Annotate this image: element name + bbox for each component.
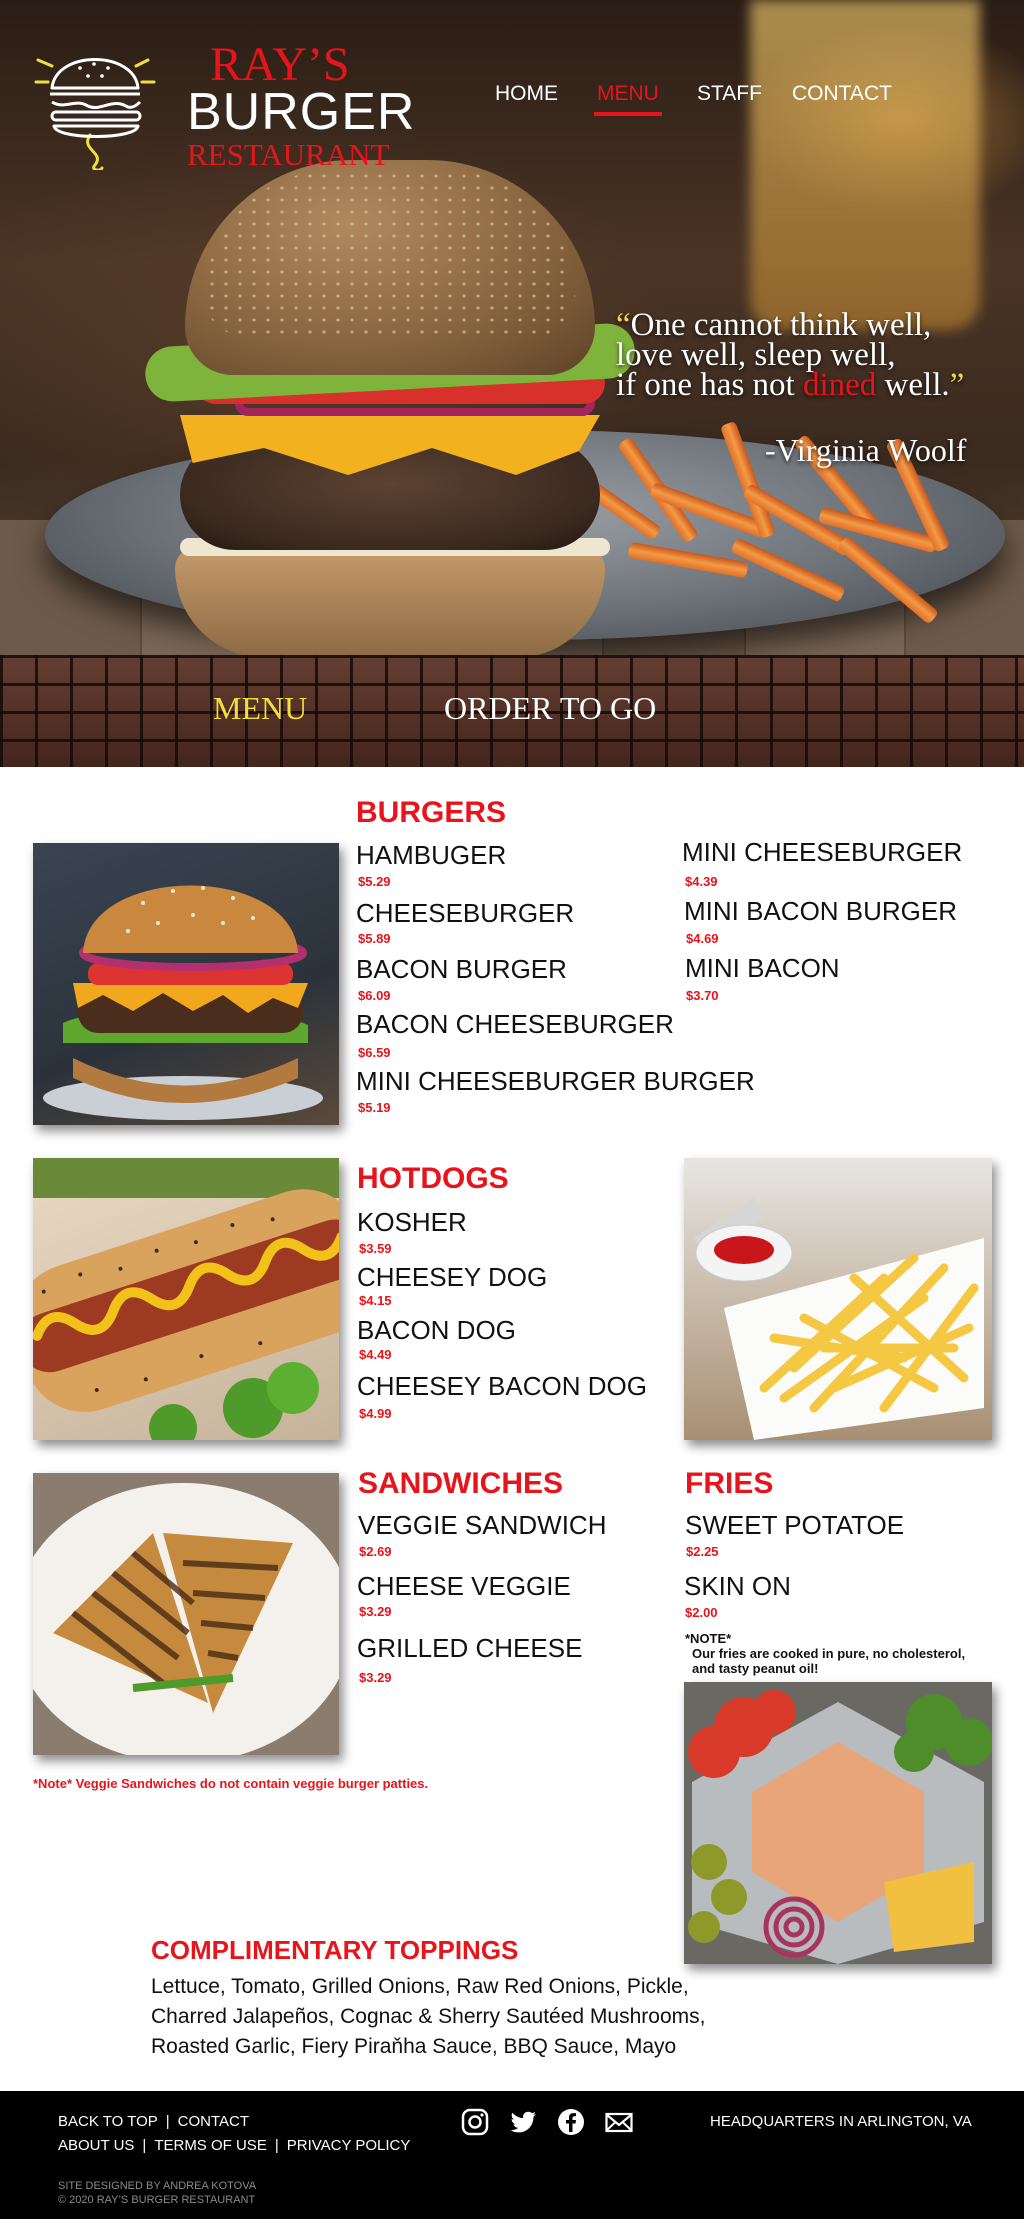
logo-text-burger: BURGER (187, 83, 416, 141)
section-title-sandwiches: SANDWICHES (358, 1467, 564, 1500)
menu-item-price: $5.89 (358, 931, 391, 946)
menu-item-name: HAMBUGER (356, 840, 507, 870)
fries-note-line-2: and tasty peanut oil! (692, 1661, 819, 1676)
facebook-icon[interactable] (556, 2107, 586, 2137)
menu-item-price: $4.69 (686, 931, 719, 946)
footer-contact-link[interactable]: CONTACT (178, 2113, 249, 2130)
nav-staff[interactable]: STAFF (697, 82, 762, 106)
headquarters-text: HEADQUARTERS IN ARLINGTON, VA (710, 2113, 972, 2130)
quote-author: -Virginia Woolf (765, 432, 967, 468)
mail-icon[interactable] (604, 2107, 634, 2137)
footer-copyright: © 2020 RAY’S BURGER RESTAURANT (58, 2194, 256, 2206)
toppings-line-2: Charred Jalapeños, Cognac & Sherry Sauté… (151, 2005, 706, 2028)
footer-separator: | (274, 2137, 279, 2154)
toppings-photo (684, 1682, 992, 1964)
menu-item-price: $5.29 (358, 874, 391, 889)
menu-item-name: SWEET POTATOE (685, 1510, 905, 1540)
footer-back-to-top-link[interactable]: BACK TO TOP (58, 2113, 158, 2130)
hotdogs-photo (33, 1158, 339, 1440)
nav-home[interactable]: HOME (495, 82, 558, 106)
nav-menu[interactable]: MENU (594, 82, 662, 116)
footer-separator: | (165, 2113, 170, 2130)
menu-item-name: MINI CHEESEBURGER BURGER (356, 1066, 755, 1096)
fries-photo (684, 1158, 992, 1440)
footer-separator: | (142, 2137, 147, 2154)
menu-item-name: CHEESE VEGGIE (357, 1571, 571, 1601)
burger-logo-icon (34, 58, 156, 170)
menu-item-price: $2.25 (686, 1544, 719, 1559)
menu-item-price: $6.59 (358, 1045, 391, 1060)
menu-item-name: CHEESEBURGER (356, 898, 575, 928)
toppings-line-3: Roasted Garlic, Fiery Piraňha Sauce, BBQ… (151, 2035, 677, 2058)
quote-line-3a: if one has not (616, 367, 803, 403)
footer-links-row-1: BACK TO TOP | CONTACT (58, 2113, 249, 2130)
menu-item-price: $4.39 (685, 874, 718, 889)
sandwiches-photo (33, 1473, 339, 1755)
menu-item-price: $3.70 (686, 988, 719, 1003)
fries-note: *NOTE* Our fries are cooked in pure, no … (685, 1631, 1015, 1676)
toppings-list: Lettuce, Tomato, Grilled Onions, Raw Red… (151, 1972, 771, 2062)
toppings-line-1: Lettuce, Tomato, Grilled Onions, Raw Red… (151, 1975, 689, 1998)
burgers-photo (33, 843, 339, 1125)
section-title-fries: FRIES (685, 1467, 774, 1500)
twitter-icon[interactable] (508, 2107, 538, 2137)
social-icons (460, 2107, 640, 2143)
fries-note-line-1: Our fries are cooked in pure, no cholest… (692, 1646, 966, 1661)
menu-item-name: GRILLED CHEESE (357, 1633, 583, 1663)
menu-item-price: $3.29 (359, 1604, 392, 1619)
subnav-menu-link[interactable]: MENU (213, 690, 307, 727)
menu-item-name: MINI BACON (685, 953, 840, 983)
quote-close-mark: ” (949, 367, 965, 403)
quote-line-3b: well. (876, 367, 950, 403)
menu-item-price: $2.00 (685, 1605, 718, 1620)
menu-item-price: $3.29 (359, 1670, 392, 1685)
menu-item-name: KOSHER (357, 1207, 467, 1237)
menu-item-name: BACON DOG (357, 1315, 516, 1345)
site-logo[interactable]: RAY’S BURGER RESTAURANT (30, 40, 414, 180)
nav-contact[interactable]: CONTACT (792, 82, 892, 106)
section-title-toppings: COMPLIMENTARY TOPPINGS (151, 1935, 519, 1965)
menu-item-price: $2.69 (359, 1544, 392, 1559)
footer-about-link[interactable]: ABOUT US (58, 2137, 134, 2154)
logo-text-restaurant: RESTAURANT (187, 137, 390, 172)
hero-quote: “One cannot think well, love well, sleep… (616, 309, 1016, 403)
menu-item-price: $5.19 (358, 1100, 391, 1115)
menu-item-name: MINI BACON BURGER (684, 896, 958, 926)
menu-item-name: SKIN ON (684, 1571, 791, 1601)
quote-line-2: love well, sleep well, (616, 337, 896, 373)
instagram-icon[interactable] (460, 2107, 490, 2137)
footer-credit: SITE DESIGNED BY ANDREA KOTOVA © 2020 RA… (58, 2179, 256, 2207)
menu-item-price: $3.59 (359, 1241, 392, 1256)
menu-item-price: $4.99 (359, 1406, 392, 1421)
menu-item-price: $4.49 (359, 1347, 392, 1362)
footer-privacy-link[interactable]: PRIVACY POLICY (287, 2137, 411, 2154)
site-footer: BACK TO TOP | CONTACT ABOUT US | TERMS OF US… (0, 2091, 1024, 2219)
menu-item-name: BACON BURGER (356, 954, 567, 984)
menu-item-price: $6.09 (358, 988, 391, 1003)
fries-note-label: *NOTE* (685, 1631, 732, 1646)
menu-item-name: VEGGIE SANDWICH (358, 1510, 607, 1540)
menu-item-price: $4.15 (359, 1293, 392, 1308)
menu-item-name: MINI CHEESEBURGER (682, 837, 963, 867)
section-title-hotdogs: HOTDOGS (357, 1162, 509, 1195)
sandwich-note: *Note* Veggie Sandwiches do not contain … (33, 1776, 429, 1791)
section-title-burgers: BURGERS (356, 796, 507, 829)
hero-banner: RAY’S BURGER RESTAURANT HOME MENU STAFF … (0, 0, 1024, 655)
menu-item-name: CHEESEY BACON DOG (357, 1371, 647, 1401)
subnav-order-to-go-link[interactable]: ORDER TO GO (444, 690, 656, 727)
footer-links-row-2: ABOUT US | TERMS OF USE | PRIVACY POLICY (58, 2137, 410, 2154)
quote-highlight: dined (802, 367, 877, 403)
beer-glass-image (750, 0, 980, 330)
menu-item-name: BACON CHEESEBURGER (356, 1009, 674, 1039)
footer-credit-designer: SITE DESIGNED BY ANDREA KOTOVA (58, 2180, 257, 2192)
menu-item-name: CHEESEY DOG (357, 1262, 548, 1292)
footer-terms-link[interactable]: TERMS OF USE (154, 2137, 267, 2154)
